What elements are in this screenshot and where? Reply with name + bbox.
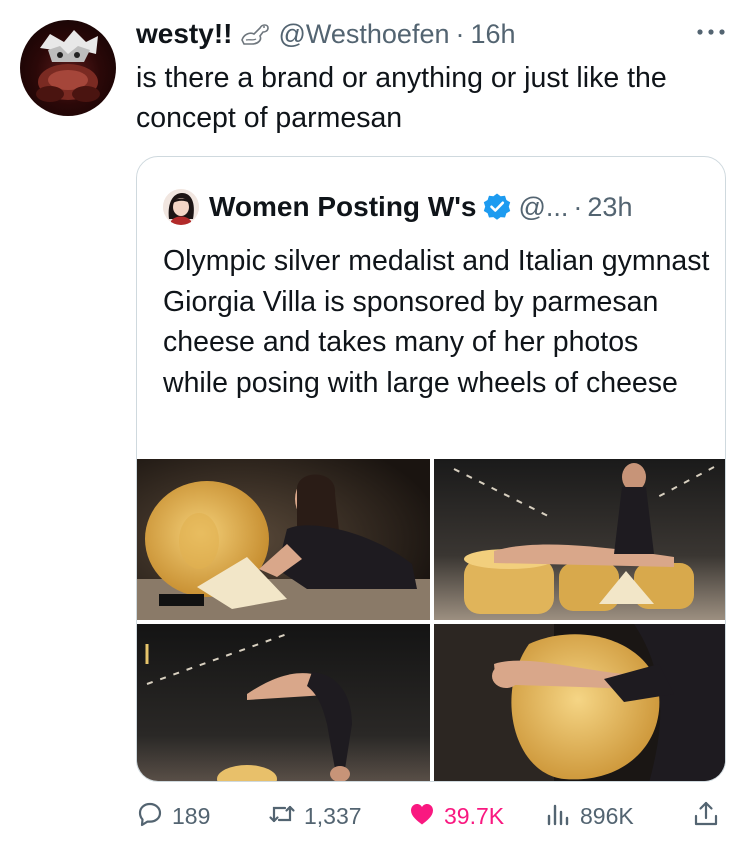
quote-author-display-name: Women Posting W's [209, 191, 477, 222]
like-count: 39.7K [444, 802, 505, 829]
tweet-header: westy!! @Westhoefen · 16h [136, 14, 516, 54]
quote-author-handle: @... [518, 191, 569, 222]
quote-timestamp: 23h [587, 191, 633, 222]
like-button[interactable]: 39.7K [408, 796, 504, 836]
views-button[interactable]: 896K [544, 796, 634, 836]
reply-count: 189 [172, 802, 211, 829]
tweet-timestamp[interactable]: 16h [470, 19, 515, 50]
share-icon [692, 800, 720, 833]
media-photo-2[interactable] [434, 459, 725, 620]
quote-author-avatar [163, 189, 199, 225]
more-icon[interactable] [696, 24, 726, 35]
reply-icon [136, 800, 164, 833]
views-icon [544, 800, 572, 833]
duck-badge-icon [238, 20, 272, 48]
verified-icon [482, 192, 512, 222]
author-avatar[interactable] [20, 20, 116, 116]
quote-header-separator: · [573, 191, 583, 222]
media-photo-3[interactable] [137, 624, 430, 781]
action-bar: 189 1,337 39.7K 896K [136, 796, 732, 836]
author-handle[interactable]: @Westhoefen [278, 19, 449, 50]
author-display-name[interactable]: westy!! [136, 18, 232, 50]
media-photo-1[interactable] [137, 459, 430, 620]
quote-text: Olympic silver medalist and Italian gymn… [163, 245, 710, 399]
media-photo-4[interactable] [434, 624, 725, 781]
media-grid [137, 459, 725, 781]
share-button[interactable] [692, 796, 720, 836]
quote-header: Women Posting W's @... · 23h [163, 187, 632, 227]
reply-button[interactable]: 189 [136, 796, 210, 836]
retweet-count: 1,337 [304, 802, 362, 829]
header-separator: · [455, 18, 465, 49]
views-count: 896K [580, 802, 634, 829]
retweet-icon [268, 800, 296, 833]
quote-tweet-card[interactable]: Women Posting W's @... · 23h Olympic sil… [136, 156, 726, 782]
like-icon [408, 800, 436, 833]
retweet-button[interactable]: 1,337 [268, 796, 362, 836]
tweet-text: is there a brand or anything or just lik… [136, 62, 667, 134]
